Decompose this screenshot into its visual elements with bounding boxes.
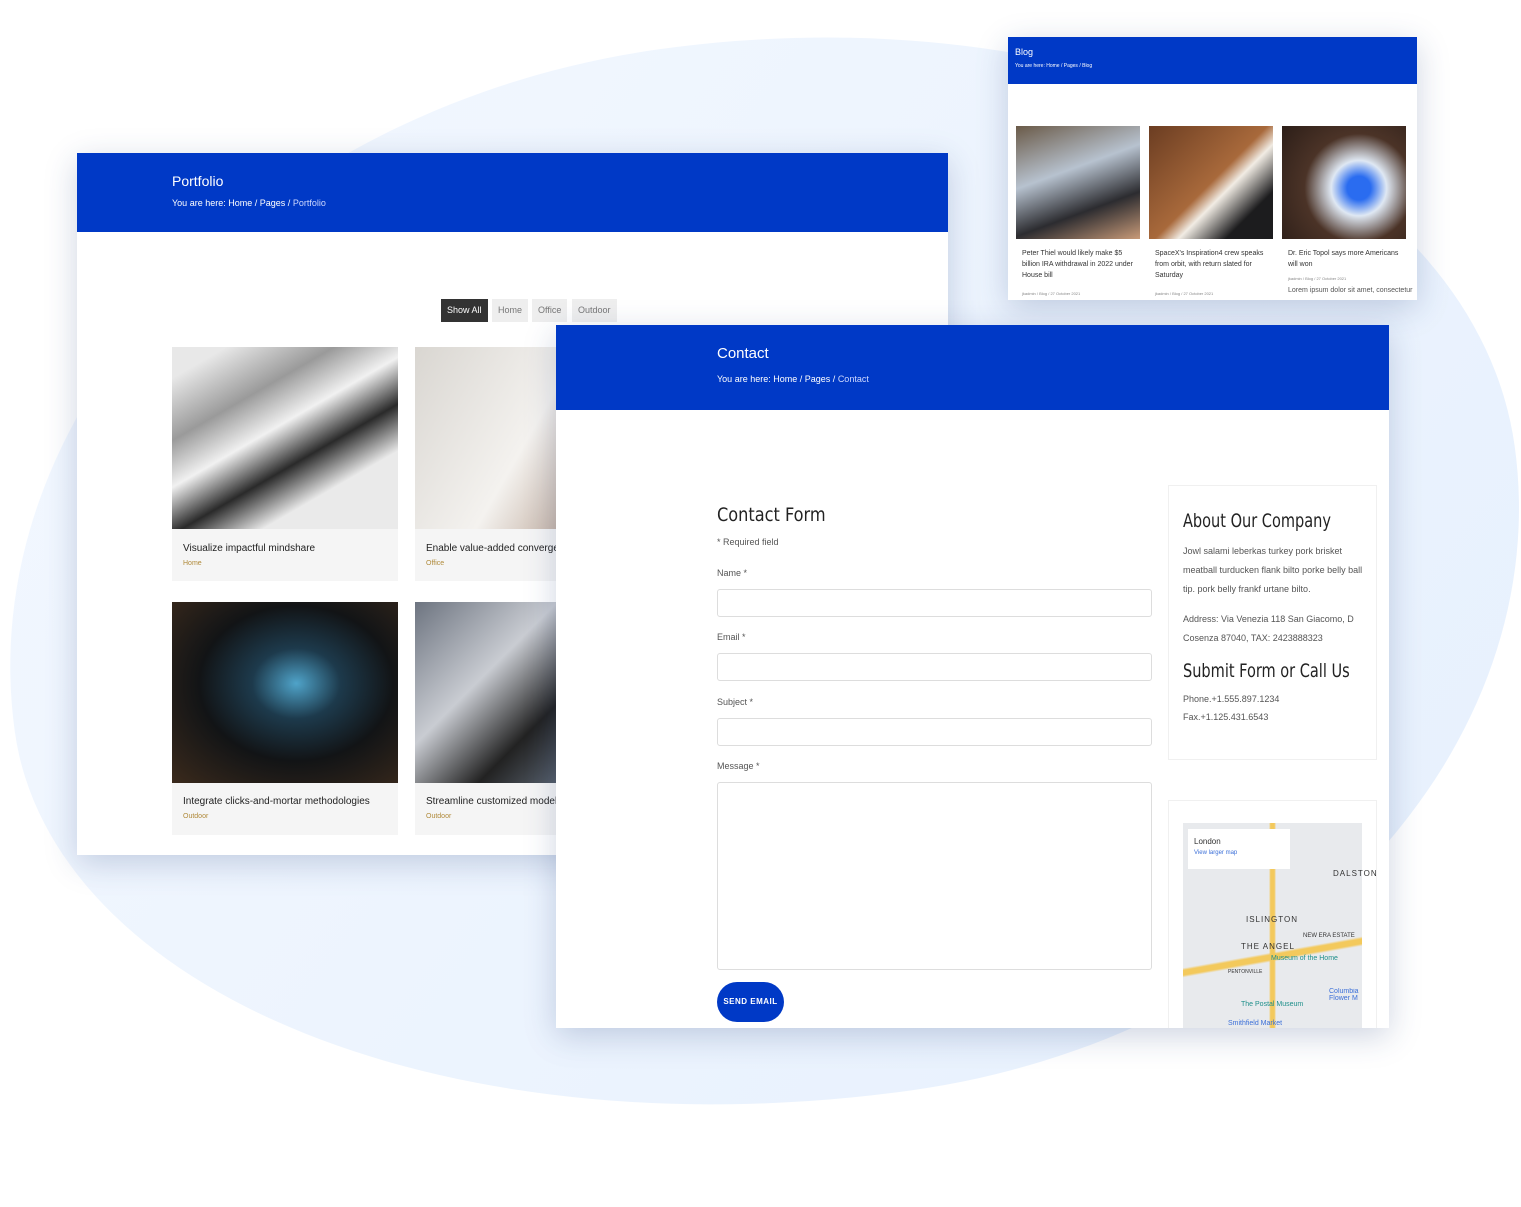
map-label: PENTONVILLE (1228, 969, 1263, 975)
breadcrumb-current: Blog (1082, 63, 1093, 69)
post-meta: jkadmin / Blog / 27 October 2021 (1022, 291, 1081, 296)
filter-outdoor[interactable]: Outdoor (572, 299, 617, 322)
name-input[interactable] (717, 589, 1152, 617)
blog-image-desk[interactable] (1149, 126, 1273, 239)
subject-label: Subject * (717, 697, 754, 707)
contact-window: Contact You are here: Home / Pages / Con… (556, 325, 1389, 1028)
map-panel: London View larger map ISLINGTON THE ANG… (1168, 800, 1377, 1028)
map-label: THE ANGEL (1241, 942, 1295, 951)
map-info-box: London View larger map (1188, 829, 1290, 869)
map-label: DALSTON (1333, 869, 1378, 878)
call-heading: Submit Form or Call Us (1183, 660, 1350, 682)
portfolio-item-category: Outdoor (183, 813, 209, 820)
breadcrumb-current: Contact (837, 374, 869, 384)
fax-text: Fax.+1.125.431.6543 (1183, 712, 1269, 722)
breadcrumb-home[interactable]: Home (228, 198, 252, 208)
address-text: Address: Via Venezia 118 San Giacomo, D … (1183, 614, 1354, 643)
message-label: Message * (717, 761, 760, 771)
about-panel: About Our Company Jowl salami leberkas t… (1168, 485, 1377, 760)
breadcrumb-prefix: You are here: (172, 198, 226, 208)
portfolio-item[interactable]: Visualize impactful mindshare Home (172, 347, 398, 581)
portfolio-item-title: Integrate clicks-and-mortar methodologie… (183, 796, 370, 807)
subject-input[interactable] (717, 718, 1152, 746)
form-heading: Contact Form (717, 504, 826, 526)
blog-image-laptop[interactable] (1016, 126, 1140, 239)
post-meta: jkadmin / Blog / 27 October 2021 (1155, 291, 1214, 296)
page-title: Blog (1015, 47, 1034, 57)
post-excerpt: Lorem ipsum dolor sit amet, consectetur (1288, 287, 1413, 294)
filter-home[interactable]: Home (492, 299, 529, 322)
blog-header: Blog You are here: Home / Pages / Blog (1008, 37, 1417, 84)
map-place-name: London (1194, 837, 1221, 846)
page-title: Portfolio (172, 173, 224, 189)
required-note: * Required field (717, 537, 779, 547)
contact-header: Contact You are here: Home / Pages / Con… (556, 325, 1389, 410)
breadcrumb-pages[interactable]: Pages (260, 198, 286, 208)
portfolio-item[interactable]: Integrate clicks-and-mortar methodologie… (172, 602, 398, 835)
post-title[interactable]: Peter Thiel would likely make $5 billion… (1022, 248, 1134, 281)
portfolio-item-title: Streamline customized models (426, 796, 563, 807)
portfolio-image-desk-monitor (172, 602, 398, 783)
send-email-button[interactable]: SEND EMAIL (717, 982, 784, 1022)
breadcrumb-pages[interactable]: Pages (805, 374, 831, 384)
map-label: NEW ERA ESTATE (1303, 933, 1355, 939)
phone-text: Phone.+1.555.897.1234 (1183, 694, 1280, 704)
breadcrumb: You are here: Home / Pages / Blog (1015, 63, 1093, 69)
filter-show-all[interactable]: Show All (441, 299, 488, 322)
name-label: Name * (717, 568, 748, 578)
map-label: The Postal Museum (1241, 1001, 1304, 1008)
portfolio-item-title: Visualize impactful mindshare (183, 543, 316, 554)
breadcrumb: You are here: Home / Pages / Portfolio (172, 198, 326, 208)
breadcrumb-current: Portfolio (292, 198, 326, 208)
portfolio-item-category: Home (183, 560, 202, 567)
view-larger-map-link[interactable]: View larger map (1194, 850, 1284, 856)
breadcrumb-home[interactable]: Home (1046, 63, 1059, 69)
portfolio-item-category: Outdoor (426, 813, 452, 820)
map-label: Columbia Flower M (1329, 988, 1359, 1002)
email-input[interactable] (717, 653, 1152, 681)
post-title[interactable]: SpaceX's Inspiration4 crew speaks from o… (1155, 248, 1267, 281)
map-label: Smithfield Market (1228, 1020, 1283, 1027)
breadcrumb-home[interactable]: Home (773, 374, 797, 384)
breadcrumb-prefix: You are here: (717, 374, 771, 384)
map-label: Museum of the Home (1271, 955, 1338, 962)
blog-image-tablet[interactable] (1282, 126, 1406, 239)
post-meta: jkadmin / Blog / 27 October 2021 (1288, 276, 1347, 281)
portfolio-header: Portfolio You are here: Home / Pages / P… (77, 153, 948, 232)
map-label: ISLINGTON (1246, 915, 1298, 924)
filter-office[interactable]: Office (532, 299, 568, 322)
about-heading: About Our Company (1183, 510, 1331, 532)
portfolio-item-title: Enable value-added convergence (426, 543, 575, 554)
breadcrumb-pages[interactable]: Pages (1064, 63, 1078, 69)
breadcrumb: You are here: Home / Pages / Contact (717, 374, 869, 384)
map-embed[interactable]: London View larger map ISLINGTON THE ANG… (1183, 823, 1377, 1028)
portfolio-item-category: Office (426, 560, 445, 567)
portfolio-image-phone (172, 347, 398, 529)
email-label: Email * (717, 632, 746, 642)
page-title: Contact (717, 345, 769, 362)
about-text: Jowl salami leberkas turkey pork brisket… (1183, 546, 1363, 594)
blog-window: Blog You are here: Home / Pages / Blog P… (1008, 37, 1417, 300)
breadcrumb-prefix: You are here: (1015, 63, 1045, 69)
post-title[interactable]: Dr. Eric Topol says more Americans will … (1288, 248, 1400, 270)
message-textarea[interactable] (717, 782, 1152, 970)
